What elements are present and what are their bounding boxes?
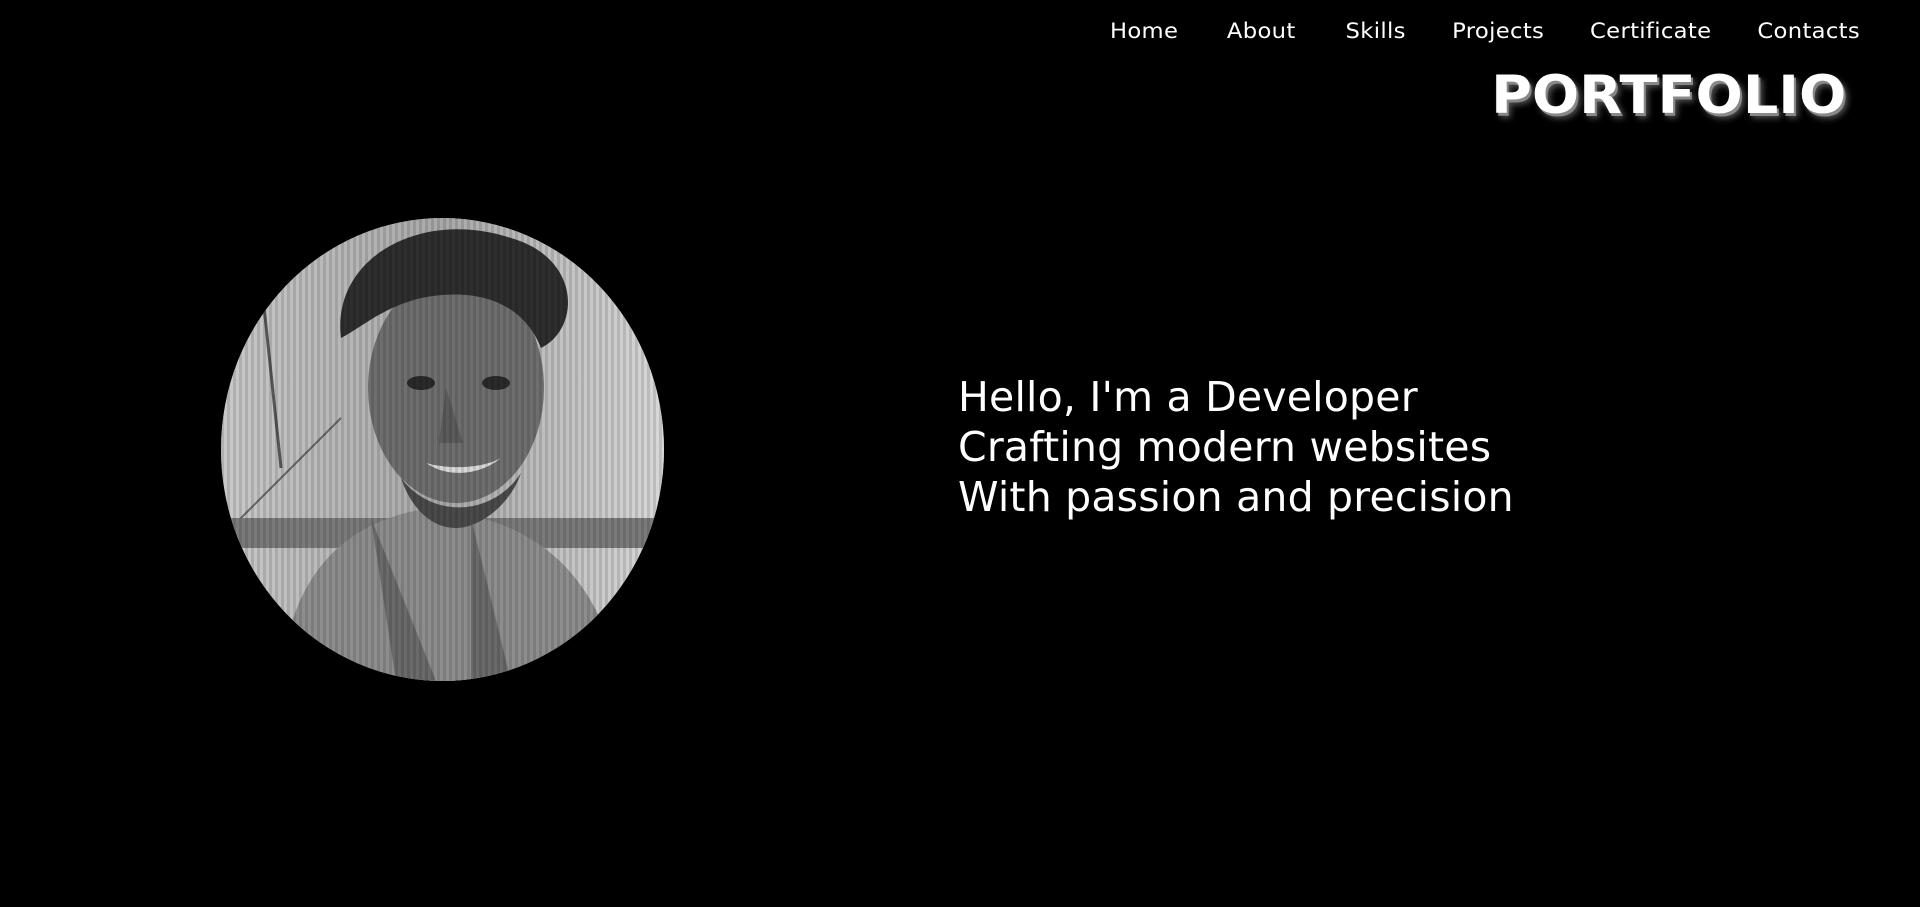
hero-line-passion: With passion and precision (958, 473, 1514, 521)
nav-link-certificate[interactable]: Certificate (1590, 16, 1711, 46)
main-navigation: Home About Skills Projects Certificate C… (1061, 16, 1860, 46)
portfolio-page: Home About Skills Projects Certificate C… (0, 0, 1920, 907)
profile-photo-image (221, 218, 664, 681)
nav-link-projects[interactable]: Projects (1453, 16, 1545, 46)
profile-photo (221, 218, 664, 681)
nav-link-skills[interactable]: Skills (1345, 16, 1405, 46)
nav-link-contacts[interactable]: Contacts (1757, 16, 1860, 46)
hero-text: Hello, I'm a Developer Crafting modern w… (958, 372, 1514, 522)
nav-link-about[interactable]: About (1227, 16, 1296, 46)
hero-line-crafting: Crafting modern websites (958, 423, 1492, 471)
nav-link-home[interactable]: Home (1110, 16, 1178, 46)
hero-line-greeting: Hello, I'm a Developer (958, 373, 1418, 421)
portfolio-title: PORTFOLIO (1490, 65, 1846, 126)
